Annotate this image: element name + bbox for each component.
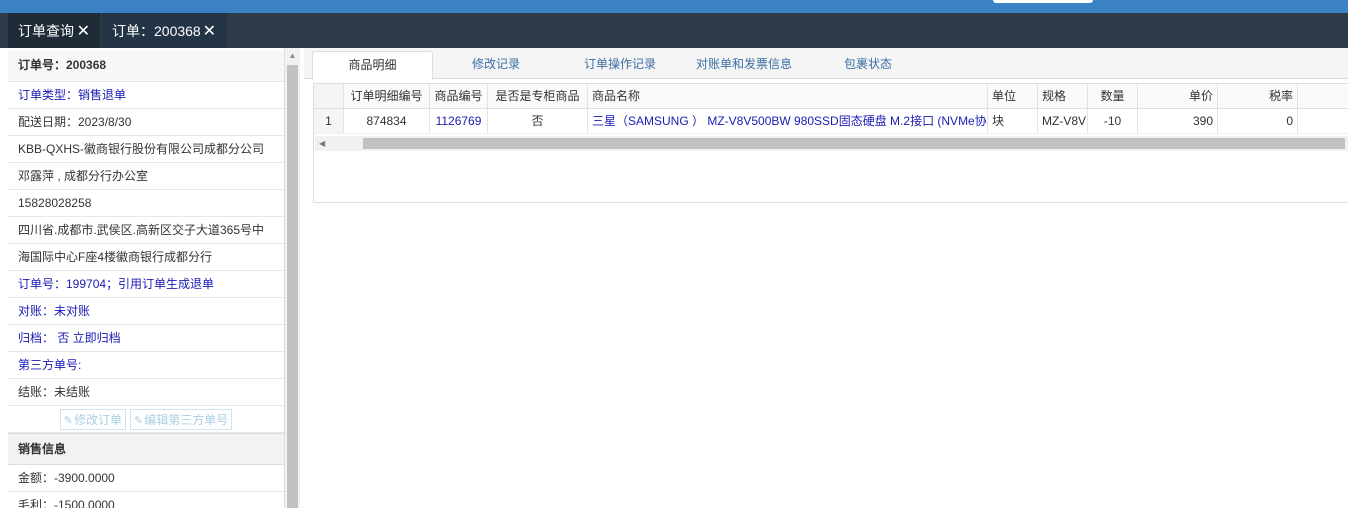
- cell-spec: MZ-V8V: [1038, 109, 1088, 133]
- top-strip: [0, 0, 1348, 13]
- cell-tax-rate: 0: [1218, 109, 1298, 133]
- header-product-name[interactable]: 商品名称: [588, 84, 988, 108]
- product-grid: 订单明细编号 商品编号 是否是专柜商品 商品名称 单位 规格 数量 单价 税率 …: [313, 83, 1348, 203]
- tab-order-200368[interactable]: 订单：200368 ✕: [102, 13, 226, 48]
- contact-phone: 15828028258: [8, 190, 284, 217]
- header-counter-item[interactable]: 是否是专柜商品: [488, 84, 588, 108]
- header-spec[interactable]: 规格: [1038, 84, 1088, 108]
- cell-filler: [1298, 109, 1348, 133]
- left-panel-scrollbar[interactable]: ▲: [285, 48, 300, 508]
- gross-profit: 毛利：-1500.0000: [8, 492, 284, 508]
- cell-counter-item: 否: [488, 109, 588, 133]
- third-party-number[interactable]: 第三方单号:: [8, 352, 284, 379]
- reconcile-status[interactable]: 对账：未对账: [8, 298, 284, 325]
- cell-detail-id: 874834: [344, 109, 430, 133]
- order-type[interactable]: 订单类型：销售退单: [8, 82, 284, 109]
- edit-icon: ✎: [63, 414, 73, 427]
- cell-unit: 块: [988, 109, 1038, 133]
- scrollbar-thumb[interactable]: [363, 138, 1345, 149]
- grid-horizontal-scrollbar[interactable]: ◀: [315, 136, 1348, 151]
- button-label: 编辑第三方单号: [144, 412, 229, 427]
- settlement-status: 结账：未结账: [8, 379, 284, 406]
- edit-icon: ✎: [134, 414, 144, 427]
- sales-amount: 金额：-3900.0000: [8, 465, 284, 492]
- tab-order-query[interactable]: 订单查询 ✕: [8, 13, 100, 48]
- page-tab-bar: 订单查询 ✕ 订单：200368 ✕: [0, 13, 1348, 48]
- customer-company: KBB-QXHS-徽商银行股份有限公司成都分公司: [8, 136, 284, 163]
- button-label: 修改订单: [73, 412, 122, 427]
- table-row[interactable]: 1 874834 1126769 否 三星（SAMSUNG ） MZ-V8V50…: [314, 109, 1348, 134]
- order-action-buttons: ✎修改订单 ✎编辑第三方单号: [8, 406, 284, 433]
- delivery-date: 配送日期：2023/8/30: [8, 109, 284, 136]
- cell-product-id-link[interactable]: 1126769: [430, 109, 488, 133]
- contact-name: 邓露萍 , 成都分行办公室: [8, 163, 284, 190]
- header-filler: [1298, 84, 1348, 108]
- tab-label: 订单查询: [18, 22, 74, 39]
- cell-unit-price: 390: [1138, 109, 1218, 133]
- grid-header: 订单明细编号 商品编号 是否是专柜商品 商品名称 单位 规格 数量 单价 税率: [314, 84, 1348, 109]
- header-detail-id[interactable]: 订单明细编号: [344, 84, 430, 108]
- header-quantity[interactable]: 数量: [1088, 84, 1138, 108]
- modify-order-button[interactable]: ✎修改订单: [59, 408, 126, 430]
- scroll-up-icon[interactable]: ▲: [285, 50, 300, 62]
- tab-statement-invoice[interactable]: 对账单和发票信息: [684, 51, 804, 78]
- cell-product-name-link[interactable]: 三星（SAMSUNG ） MZ-V8V500BW 980SSD固态硬盘 M.2接…: [588, 109, 988, 133]
- header-tax-rate[interactable]: 税率: [1218, 84, 1298, 108]
- order-number-heading: 订单号：200368: [8, 50, 284, 82]
- close-icon[interactable]: ✕: [77, 21, 90, 41]
- scroll-left-icon[interactable]: ◀: [319, 136, 331, 151]
- close-icon[interactable]: ✕: [203, 21, 216, 41]
- tab-product-details[interactable]: 商品明细: [312, 51, 433, 80]
- scrollbar-thumb[interactable]: [287, 65, 298, 508]
- header-rownum: [314, 84, 344, 108]
- tab-modify-log[interactable]: 修改记录: [452, 51, 540, 78]
- tab-package-status[interactable]: 包裹状态: [824, 51, 912, 78]
- address-line-1: 四川省.成都市.武侯区.高新区交子大道365号中: [8, 217, 284, 244]
- header-unit[interactable]: 单位: [988, 84, 1038, 108]
- sales-info-heading: 销售信息: [8, 433, 284, 465]
- reference-order-link[interactable]: 订单号：199704；引用订单生成退单: [8, 271, 284, 298]
- top-search-box[interactable]: [993, 0, 1093, 3]
- order-info-panel: 订单号：200368 订单类型：销售退单 配送日期：2023/8/30 KBB-…: [8, 48, 285, 508]
- header-unit-price[interactable]: 单价: [1138, 84, 1218, 108]
- archive-status[interactable]: 归档： 否 立即归档: [8, 325, 284, 352]
- tab-operation-log[interactable]: 订单操作记录: [568, 51, 672, 78]
- tab-label: 订单：200368: [112, 22, 201, 39]
- header-product-id[interactable]: 商品编号: [430, 84, 488, 108]
- address-line-2: 海国际中心F座4楼徽商银行成都分行: [8, 244, 284, 271]
- edit-third-party-button[interactable]: ✎编辑第三方单号: [130, 408, 233, 430]
- detail-tabs: 商品明细 修改记录 订单操作记录 对账单和发票信息 包裹状态: [304, 48, 1348, 80]
- detail-area: 商品明细 修改记录 订单操作记录 对账单和发票信息 包裹状态 订单明细编号 商品…: [304, 48, 1348, 508]
- cell-quantity: -10: [1088, 109, 1138, 133]
- cell-rownum: 1: [314, 109, 344, 133]
